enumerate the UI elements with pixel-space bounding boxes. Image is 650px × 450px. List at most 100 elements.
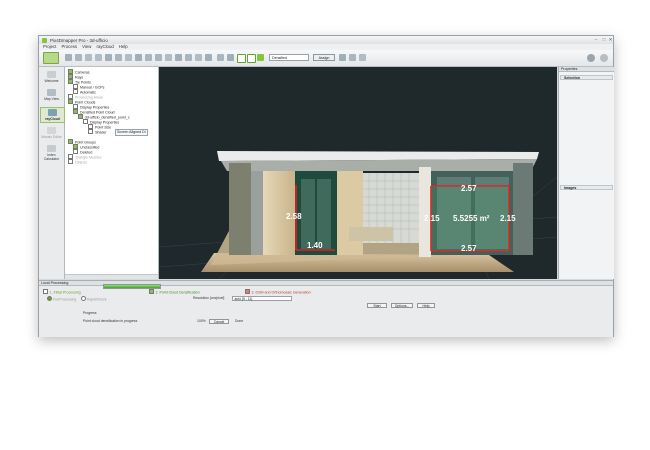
maximize-button[interactable]: □ — [600, 37, 608, 42]
measure-right-top: 2.57 — [461, 184, 477, 193]
pix4d-logo-icon — [42, 37, 47, 43]
radio-full[interactable] — [47, 296, 52, 301]
raycloud-icon — [48, 109, 57, 116]
selection-section[interactable]: Selection — [560, 75, 613, 80]
layer-item[interactable]: Objects — [68, 159, 88, 165]
progress-fill — [104, 285, 160, 288]
select-icon[interactable] — [237, 54, 246, 63]
point-cloud-scene: 2.58 1.40 2.57 2.57 2.15 2.15 5.5255 m² — [159, 151, 557, 279]
tree-scrollbar[interactable] — [65, 274, 158, 279]
new-project-icon[interactable] — [43, 52, 59, 64]
minimize-button[interactable]: – — [592, 37, 600, 42]
progress-bar — [103, 284, 161, 289]
shader-select[interactable]: Screen Aligned Di — [115, 129, 148, 136]
option-full-processing[interactable]: Full Processing — [47, 296, 76, 303]
radio-rapid[interactable] — [81, 296, 86, 301]
step-label: 3. DSM and Orthomosaic Generation — [251, 290, 311, 295]
assign-button[interactable]: Assign — [313, 54, 335, 61]
export-icon[interactable] — [349, 54, 356, 61]
triangle-icon[interactable] — [227, 54, 234, 61]
point-icon[interactable] — [135, 54, 142, 61]
rotate-icon[interactable] — [125, 54, 132, 61]
3d-viewport[interactable]: 2.58 1.40 2.57 2.57 2.15 2.15 5.5255 m² — [159, 67, 557, 279]
sidebar-item-mosaic-editor[interactable]: Mosaic Editor — [40, 127, 63, 139]
resolution-label: Resolution [cm/pixel] — [193, 296, 225, 300]
layer-label: Shader — [95, 130, 107, 135]
properties-panel: Properties Selection Images — [558, 67, 614, 279]
status-label: Done — [235, 319, 244, 323]
options-button[interactable]: Options... — [391, 303, 413, 308]
window-title: Pix4Dmapper Pro - 3d-ufficio — [50, 37, 108, 43]
resolution-field[interactable]: auto [5 - 11] — [232, 296, 292, 301]
layers-tree: Cameras Rays Tie Points Manual / GCPs Automa… — [65, 67, 159, 279]
sidebar-item-label: Index Calculator — [43, 153, 60, 161]
measure-icon[interactable] — [205, 54, 212, 61]
layer-icon[interactable] — [339, 54, 346, 61]
sidebar-item-index-calculator[interactable]: Index Calculator — [40, 145, 63, 161]
help-icon[interactable] — [600, 54, 608, 62]
mosaic-icon — [47, 127, 56, 134]
grid-icon[interactable] — [185, 54, 192, 61]
calculator-icon — [47, 145, 56, 152]
sidebar-item-raycloud[interactable]: rayCloud — [40, 107, 65, 123]
settings-icon[interactable] — [359, 54, 366, 61]
application-window: Pix4Dmapper Pro - 3d-ufficio – □ ✕ Proje… — [38, 35, 614, 337]
layer-label: Objects — [75, 160, 88, 165]
properties-title: Properties — [559, 67, 614, 72]
redo-icon[interactable] — [95, 54, 102, 61]
save-icon[interactable] — [75, 54, 82, 61]
images-section[interactable]: Images — [560, 185, 613, 190]
copy-icon[interactable] — [115, 54, 122, 61]
undo-icon[interactable] — [85, 54, 92, 61]
close-button[interactable]: ✕ — [608, 37, 613, 42]
sidebar-item-map-view[interactable]: Map View — [40, 89, 63, 101]
zoom-in-icon[interactable] — [145, 54, 152, 61]
measure-right-left: 2.15 — [424, 214, 440, 223]
cross-icon[interactable] — [175, 54, 182, 61]
step-checkbox[interactable] — [43, 289, 48, 294]
map-icon — [47, 89, 56, 96]
progress-text: Point cloud densification in progress — [83, 319, 138, 323]
refresh-icon[interactable] — [105, 54, 112, 61]
home-icon — [47, 71, 56, 78]
step-initial-processing[interactable]: 1. Initial Processing — [43, 289, 81, 295]
sidebar-item-welcome[interactable]: Welcome — [40, 71, 63, 83]
fit-view-icon[interactable] — [165, 54, 172, 61]
measure-area: 5.5255 m² — [453, 214, 490, 223]
option-rapid-check[interactable]: Rapid/Check — [81, 296, 106, 303]
confirm-icon[interactable] — [257, 54, 264, 61]
edit-points-icon[interactable] — [247, 54, 256, 63]
sidebar-item-label: rayCloud — [45, 117, 60, 121]
sidebar-item-label: Welcome — [44, 79, 59, 83]
step-point-cloud-densification[interactable]: 2. Point Cloud Densification — [149, 289, 200, 295]
sidebar-item-label: Mosaic Editor — [41, 135, 62, 139]
layer-item[interactable]: Shader — [88, 129, 107, 135]
layer-checkbox[interactable] — [68, 159, 73, 164]
step-dsm-orthomosaic[interactable]: 3. DSM and Orthomosaic Generation — [245, 289, 311, 295]
fullscreen-icon[interactable] — [217, 54, 224, 61]
step-checkbox[interactable] — [245, 289, 250, 294]
bench — [349, 227, 393, 241]
account-icon[interactable] — [587, 54, 595, 62]
step-label: 2. Point Cloud Densification — [155, 290, 200, 295]
bounds-icon[interactable] — [195, 54, 202, 61]
cancel-button[interactable]: Cancel — [209, 319, 229, 324]
progress-title: Progress — [83, 311, 97, 315]
left-sidebar: Welcome Map View rayCloud Mosaic Editor … — [39, 67, 65, 279]
measure-left-height: 2.58 — [286, 212, 302, 221]
start-button[interactable]: Start — [367, 303, 387, 308]
measure-right-right: 2.15 — [500, 214, 516, 223]
zoom-out-icon[interactable] — [155, 54, 162, 61]
sidebar-item-label: Map View — [44, 97, 59, 101]
toolbar: Densified Assign — [39, 50, 613, 67]
option-label: Full Processing — [53, 297, 77, 302]
open-icon[interactable] — [65, 54, 72, 61]
step-label: 1. Initial Processing — [49, 290, 81, 295]
measure-left-width: 1.40 — [307, 241, 323, 250]
step-checkbox[interactable] — [149, 289, 154, 294]
layer-checkbox[interactable] — [88, 129, 93, 134]
point-group-select[interactable]: Densified — [269, 54, 309, 61]
help-button[interactable]: Help — [417, 303, 435, 308]
progress-percent: 100% — [197, 319, 206, 323]
measure-right-bottom: 2.57 — [461, 244, 477, 253]
